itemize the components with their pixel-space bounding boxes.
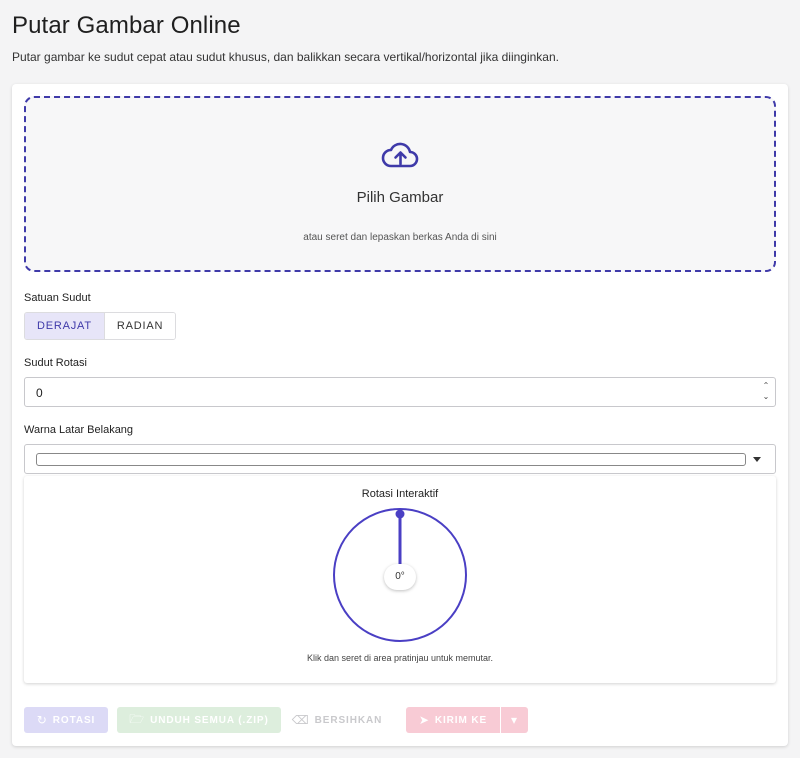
clear-button[interactable]: ⌫ BERSIHKAN	[290, 707, 384, 733]
unit-option-degree[interactable]: DERAJAT	[25, 313, 104, 339]
send-icon: ➤	[418, 713, 430, 727]
send-to-button[interactable]: ➤ KIRIM KE	[406, 707, 500, 733]
download-all-button[interactable]: 🗁 UNDUH SEMUA (.ZIP)	[117, 707, 281, 733]
choose-image-label[interactable]: Pilih Gambar	[26, 189, 774, 206]
stepper-down-icon[interactable]: ⌄	[761, 391, 771, 402]
dial-handle	[395, 509, 405, 519]
folder-download-icon: 🗁	[129, 711, 146, 726]
rotate-button-label: ROTASI	[52, 714, 96, 726]
caret-down-icon: ▾	[511, 713, 518, 727]
interactive-rotation-hint: Klik dan seret di area pratinjau untuk m…	[306, 653, 494, 663]
interactive-rotation-panel[interactable]: Rotasi Interaktif 0° Klik dan seret di a…	[24, 476, 776, 683]
angle-unit-toggle: DERAJAT RADIAN	[24, 312, 177, 340]
rotation-angle-input[interactable]: 0 ⌃ ⌄	[24, 377, 776, 407]
rotation-angle-label: Sudut Rotasi	[24, 357, 87, 369]
image-dropzone[interactable]: Pilih Gambar atau seret dan lepaskan ber…	[24, 96, 776, 272]
rotate-icon: ↻	[36, 713, 48, 727]
download-all-label: UNDUH SEMUA (.ZIP)	[150, 714, 269, 726]
clear-button-label: BERSIHKAN	[314, 714, 383, 726]
page-subtitle: Putar gambar ke sudut cepat atau sudut k…	[12, 50, 559, 64]
background-color-select[interactable]	[24, 444, 776, 474]
interactive-rotation-title: Rotasi Interaktif	[361, 488, 439, 500]
tool-card: Pilih Gambar atau seret dan lepaskan ber…	[12, 84, 788, 746]
rotation-angle-value: 0	[36, 386, 43, 400]
page-title: Putar Gambar Online	[12, 12, 241, 39]
rotate-button[interactable]: ↻ ROTASI	[24, 707, 108, 733]
stepper-up-icon[interactable]: ⌃	[761, 380, 771, 391]
clear-icon: ⌫	[291, 713, 310, 727]
background-color-label: Warna Latar Belakang	[24, 424, 134, 436]
angle-unit-label: Satuan Sudut	[24, 292, 91, 304]
unit-option-radian[interactable]: RADIAN	[103, 313, 176, 339]
send-to-label: KIRIM KE	[434, 714, 488, 726]
dropzone-hint: atau seret dan lepaskan berkas Anda di s…	[303, 232, 497, 243]
chevron-down-icon[interactable]	[753, 457, 761, 462]
cloud-upload-icon	[381, 142, 419, 168]
color-swatch	[36, 453, 746, 466]
number-stepper[interactable]: ⌃ ⌄	[761, 380, 771, 404]
send-to-menu-button[interactable]: ▾	[501, 707, 528, 733]
angle-readout: 0°	[384, 564, 416, 590]
